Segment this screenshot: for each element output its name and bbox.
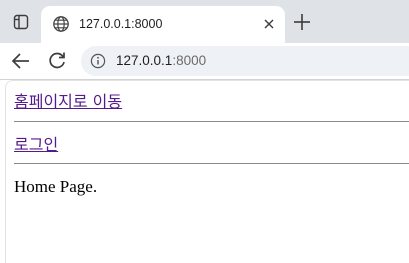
login-link[interactable]: 로그인 bbox=[14, 135, 58, 155]
horizontal-rule bbox=[14, 121, 409, 122]
page-body-text: Home Page. bbox=[14, 177, 98, 196]
page-content: 홈페이지로 이동 로그인 Home Page. bbox=[5, 80, 409, 263]
url-port: :8000 bbox=[172, 53, 207, 68]
site-info-icon[interactable] bbox=[90, 53, 106, 69]
tab-actions-button[interactable] bbox=[8, 9, 34, 35]
close-tab-icon[interactable] bbox=[260, 15, 278, 33]
back-arrow-icon[interactable] bbox=[9, 49, 33, 73]
address-url[interactable]: 127.0.0.1:8000 bbox=[116, 52, 206, 70]
new-tab-icon[interactable] bbox=[291, 11, 313, 33]
address-bar[interactable]: 127.0.0.1:8000 bbox=[81, 46, 409, 76]
tab-title: 127.0.0.1:8000 bbox=[79, 17, 163, 31]
url-host: 127.0.0.1 bbox=[116, 53, 173, 68]
browser-tab-active[interactable]: 127.0.0.1:8000 bbox=[41, 6, 285, 43]
horizontal-rule bbox=[14, 163, 409, 164]
tab-strip: 127.0.0.1:8000 bbox=[0, 0, 409, 43]
home-link[interactable]: 홈페이지로 이동 bbox=[14, 92, 122, 112]
reload-icon[interactable] bbox=[45, 49, 69, 73]
browser-window: 127.0.0.1:8000 127.0.0.1:8000 홈페이지로 이동 로… bbox=[0, 0, 409, 263]
browser-toolbar: 127.0.0.1:8000 bbox=[0, 43, 409, 79]
tab-actions-icon bbox=[13, 14, 29, 30]
globe-icon bbox=[53, 16, 69, 32]
